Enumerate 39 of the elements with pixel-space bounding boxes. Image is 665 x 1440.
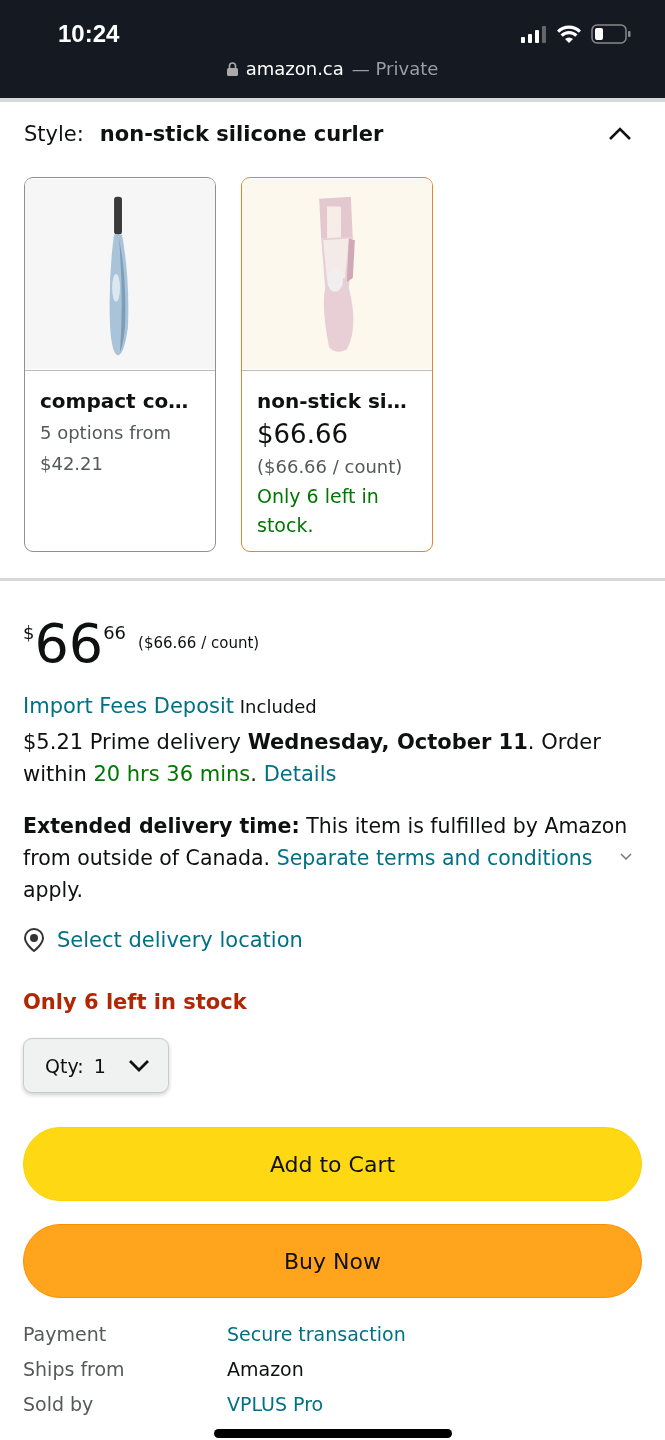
info-label: Sold by xyxy=(23,1392,95,1417)
option-detail: ($66.66 / count) xyxy=(257,455,404,479)
text-link[interactable]: Separate terms and conditions xyxy=(276,846,593,870)
signal-icon xyxy=(521,25,547,43)
info-label: Payment xyxy=(23,1322,108,1347)
style-option-card[interactable]: non-stick si… $66.66 ($66.66 / count) Only 6 left in stock. xyxy=(241,177,433,552)
option-title: compact co… xyxy=(40,389,190,413)
delivery-info: $5.21 Prime delivery Wednesday, October 11. Order within 20 hrs 36 mins. Details xyxy=(23,729,602,788)
style-value: non-stick silicone curler xyxy=(99,122,384,146)
import-fees-note: Included xyxy=(238,696,317,717)
extended-delivery-note: Extended delivery time: This item is fulfilled by Amazon from outside of Canada. Separate terms and conditions apply. xyxy=(23,810,643,906)
dropdown-caret-icon xyxy=(127,1058,150,1073)
stock-note: Only 6 left in stock. xyxy=(257,484,380,538)
add-to-cart-button[interactable]: Add to Cart xyxy=(23,1127,642,1201)
lock-icon xyxy=(226,61,238,76)
style-option-card[interactable]: compact co… 5 options from $42.21 xyxy=(24,177,216,552)
chevron-icon[interactable] xyxy=(620,853,633,861)
browsing-mode: — Private xyxy=(351,58,439,79)
text-link[interactable]: Details xyxy=(263,762,337,786)
delivery-location-link[interactable]: Select delivery location xyxy=(57,928,303,952)
info-link[interactable]: Secure transaction xyxy=(227,1320,642,1349)
option-price: $66.66 xyxy=(257,418,349,451)
url-text[interactable]: amazon.ca xyxy=(245,58,344,79)
info-link[interactable]: VPLUS Pro xyxy=(227,1390,642,1419)
buy-now-button[interactable]: Buy Now xyxy=(23,1224,642,1298)
option-title: non-stick si… xyxy=(257,389,408,413)
stock-warning: Only 6 left in stock xyxy=(23,990,248,1014)
clock-time: 10:24 xyxy=(58,20,120,48)
import-fees-link[interactable]: Import Fees Deposit xyxy=(23,694,235,718)
style-label: Style: xyxy=(24,122,84,146)
battery-icon xyxy=(591,24,631,44)
info-value: Amazon xyxy=(227,1357,305,1382)
collapse-caret-icon[interactable] xyxy=(608,127,632,141)
info-label: Ships from xyxy=(23,1357,126,1382)
option-detail: 5 options from $42.21 xyxy=(40,421,173,476)
location-pin-icon[interactable] xyxy=(23,928,45,952)
unit-price: ($66.66 / count) xyxy=(138,634,260,652)
quantity-dropdown[interactable]: Qty: 1 xyxy=(23,1038,169,1093)
wifi-icon xyxy=(557,25,581,43)
